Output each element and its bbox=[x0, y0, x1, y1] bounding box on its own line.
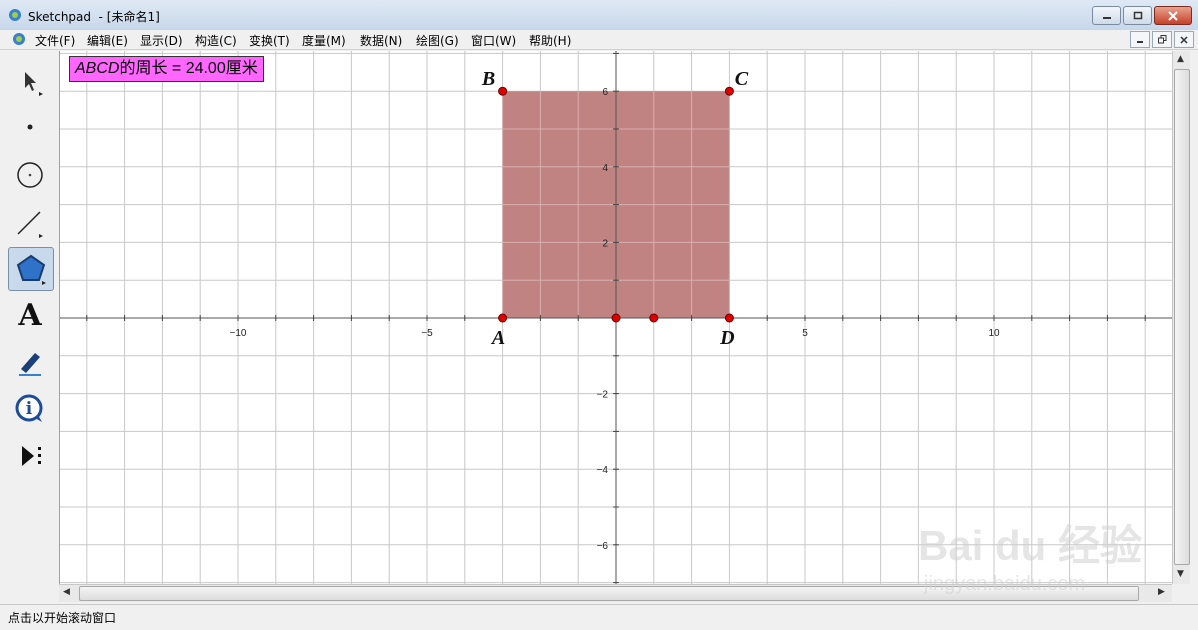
segment-icon bbox=[17, 211, 43, 238]
menu-number[interactable]: 数据(N) bbox=[360, 32, 402, 49]
close-icon bbox=[1180, 35, 1188, 44]
vertex-point-D[interactable] bbox=[724, 313, 734, 323]
custom-tool[interactable] bbox=[8, 435, 52, 477]
polygon-tool[interactable] bbox=[8, 247, 54, 291]
close-button[interactable] bbox=[1154, 6, 1192, 25]
y-tick-label: −4 bbox=[597, 465, 609, 476]
menu-window[interactable]: 窗口(W) bbox=[471, 32, 516, 49]
marker-pen-icon bbox=[19, 353, 41, 376]
measurement-polygon-name: ABCD bbox=[75, 60, 120, 77]
y-tick-label: −2 bbox=[597, 390, 609, 401]
vertex-label-B: B bbox=[481, 68, 495, 90]
close-icon bbox=[1168, 10, 1178, 21]
custom-tool-icon bbox=[22, 446, 41, 466]
sketchpad-app-icon bbox=[9, 9, 21, 21]
x-tick-label: −5 bbox=[421, 328, 433, 339]
vertex-label-D: D bbox=[719, 327, 734, 349]
vertex-label-C: C bbox=[735, 68, 749, 90]
menu-edit[interactable]: 编辑(E) bbox=[87, 32, 128, 49]
info-icon: i bbox=[15, 394, 43, 422]
doc-restore-button[interactable] bbox=[1152, 31, 1172, 48]
minimize-icon bbox=[1102, 16, 1111, 19]
y-tick-label: 6 bbox=[602, 87, 608, 98]
sketchpad-window: Sketchpad - [未命名1] 文件(F) 编辑(E) 显示(D) 构造(… bbox=[0, 0, 1198, 630]
menu-graph[interactable]: 绘图(G) bbox=[416, 32, 459, 49]
doc-minimize-button[interactable] bbox=[1130, 31, 1150, 48]
watermark-subtext: jingyan.baidu.com bbox=[923, 573, 1085, 595]
scroll-up-icon[interactable]: ▲ bbox=[1177, 54, 1184, 64]
minimize-button[interactable] bbox=[1092, 6, 1121, 25]
marker-tool[interactable] bbox=[8, 341, 52, 383]
point-tool[interactable] bbox=[8, 106, 52, 148]
point-icon bbox=[27, 124, 33, 130]
vertex-point-A[interactable] bbox=[498, 313, 508, 323]
y-tick-label: 4 bbox=[602, 163, 608, 174]
measurement-value: 的周长 = 24.00厘米 bbox=[119, 60, 258, 77]
scroll-right-icon[interactable]: ▶ bbox=[1158, 587, 1165, 597]
minimize-icon bbox=[1137, 40, 1143, 43]
x-tick-label: 5 bbox=[802, 328, 808, 339]
scroll-left-icon[interactable]: ◀ bbox=[63, 587, 70, 597]
x-tick-label: 10 bbox=[988, 328, 1000, 339]
vertex-label-A: A bbox=[490, 327, 505, 349]
compass-tool[interactable] bbox=[8, 154, 52, 196]
watermark-text: Bai du 经验 bbox=[918, 522, 1142, 569]
information-tool[interactable]: i bbox=[8, 388, 52, 430]
menu-file[interactable]: 文件(F) bbox=[35, 32, 75, 49]
vertex-point-B[interactable] bbox=[498, 86, 508, 96]
window-controls bbox=[1090, 6, 1192, 25]
menu-display[interactable]: 显示(D) bbox=[140, 32, 183, 49]
menu-bar: 文件(F) 编辑(E) 显示(D) 构造(C) 变换(T) 度量(M) 数据(N… bbox=[0, 30, 1198, 50]
menu-construct[interactable]: 构造(C) bbox=[195, 32, 237, 49]
y-tick-label: 2 bbox=[602, 238, 608, 249]
vertical-scroll-thumb[interactable] bbox=[1174, 69, 1190, 565]
unit-point[interactable] bbox=[649, 313, 659, 323]
text-A-icon: A bbox=[18, 297, 42, 333]
circle-icon bbox=[17, 162, 43, 188]
info-glyph: i bbox=[26, 399, 33, 419]
origin-point[interactable] bbox=[611, 313, 621, 323]
document-icon[interactable] bbox=[12, 32, 26, 46]
doc-close-button[interactable] bbox=[1174, 31, 1194, 48]
arrow-select-icon bbox=[25, 72, 43, 96]
arrow-tool[interactable] bbox=[8, 60, 52, 102]
restore-icon bbox=[1133, 11, 1142, 20]
document-controls bbox=[1128, 31, 1194, 48]
menu-transform[interactable]: 变换(T) bbox=[249, 32, 290, 49]
status-bar: 点击以开始滚动窗口 bbox=[0, 604, 1198, 630]
text-tool[interactable]: A bbox=[8, 294, 52, 336]
title-bar: Sketchpad - [未命名1] bbox=[0, 0, 1198, 30]
restore-icon bbox=[1157, 35, 1166, 44]
restore-button[interactable] bbox=[1123, 6, 1152, 25]
window-title: Sketchpad - [未命名1] bbox=[28, 10, 160, 24]
polygon-icon bbox=[16, 254, 46, 285]
perimeter-measurement[interactable]: ABCD的周长 = 24.00厘米 bbox=[69, 56, 264, 82]
menu-measure[interactable]: 度量(M) bbox=[302, 32, 346, 49]
scroll-down-icon[interactable]: ▼ bbox=[1177, 569, 1184, 579]
status-text: 点击以开始滚动窗口 bbox=[8, 611, 117, 625]
y-tick-label: −6 bbox=[597, 541, 609, 552]
x-tick-label: −10 bbox=[230, 328, 247, 339]
vertex-point-C[interactable] bbox=[724, 86, 734, 96]
toolbox: A i bbox=[4, 58, 56, 488]
menu-help[interactable]: 帮助(H) bbox=[529, 32, 571, 49]
vertical-scrollbar[interactable]: ▲ ▼ bbox=[1172, 51, 1190, 584]
baidu-watermark: Bai du 经验 jingyan.baidu.com bbox=[918, 522, 1142, 595]
straightedge-tool[interactable] bbox=[8, 202, 52, 244]
